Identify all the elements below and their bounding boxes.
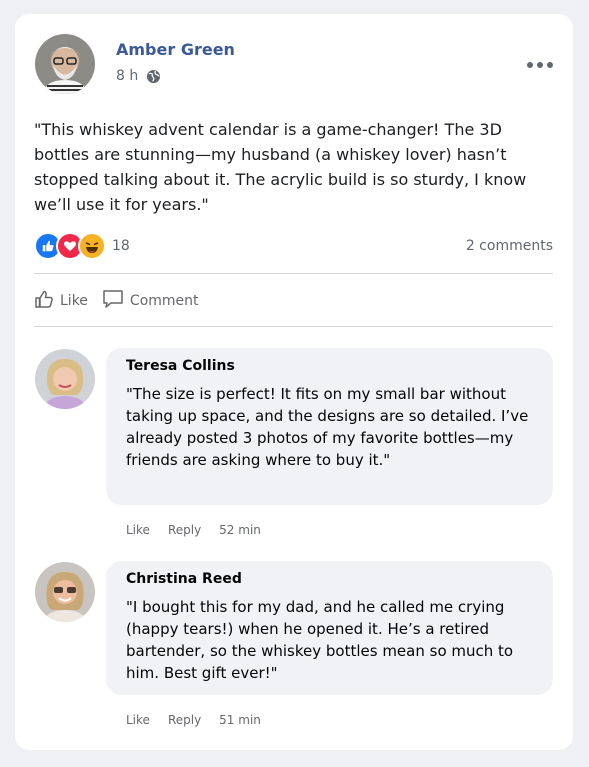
comment-meta: Like Reply 52 min [126,523,261,537]
comments-count[interactable]: 2 comments [466,238,553,254]
comment-button[interactable]: Comment [102,289,199,313]
comment-time: 51 min [219,713,261,727]
divider [34,326,553,327]
post-text: "This whiskey advent calendar is a game-… [34,120,527,214]
author-name[interactable]: Amber Green [116,40,235,59]
comment-bubble: Christina Reed "I bought this for my dad… [106,561,553,695]
commenter-avatar[interactable] [35,349,95,409]
more-options-icon[interactable] [527,56,553,74]
author-avatar[interactable] [35,34,95,94]
comment-text: "The size is perfect! It fits on my smal… [126,385,529,469]
comment-icon [102,289,124,313]
post-card: Amber Green 8 h "This whiskey advent cal… [15,14,573,750]
divider [34,273,553,274]
reaction-summary[interactable]: 18 [34,232,130,260]
reaction-count: 18 [112,238,130,254]
commenter-name[interactable]: Christina Reed [126,571,242,587]
commenter-avatar[interactable] [35,562,95,622]
comment-label: Comment [129,293,199,309]
reactions-row: 18 2 comments [34,232,553,260]
comment-reply-button[interactable]: Reply [168,713,201,727]
post-actions: Like Comment [34,289,199,313]
post-meta: 8 h [116,68,161,84]
comment-bubble: Teresa Collins "The size is perfect! It … [106,348,553,505]
globe-icon [146,69,161,84]
like-label: Like [60,293,88,309]
thumbs-up-icon [34,289,54,313]
haha-reaction-icon [78,232,106,260]
comment-like-button[interactable]: Like [126,523,150,537]
comment-text: "I bought this for my dad, and he called… [126,598,514,682]
comment-meta: Like Reply 51 min [126,713,261,727]
post-time[interactable]: 8 h [116,68,138,84]
comment-time: 52 min [219,523,261,537]
like-button[interactable]: Like [34,289,88,313]
comment-reply-button[interactable]: Reply [168,523,201,537]
commenter-name[interactable]: Teresa Collins [126,358,235,374]
comment-like-button[interactable]: Like [126,713,150,727]
